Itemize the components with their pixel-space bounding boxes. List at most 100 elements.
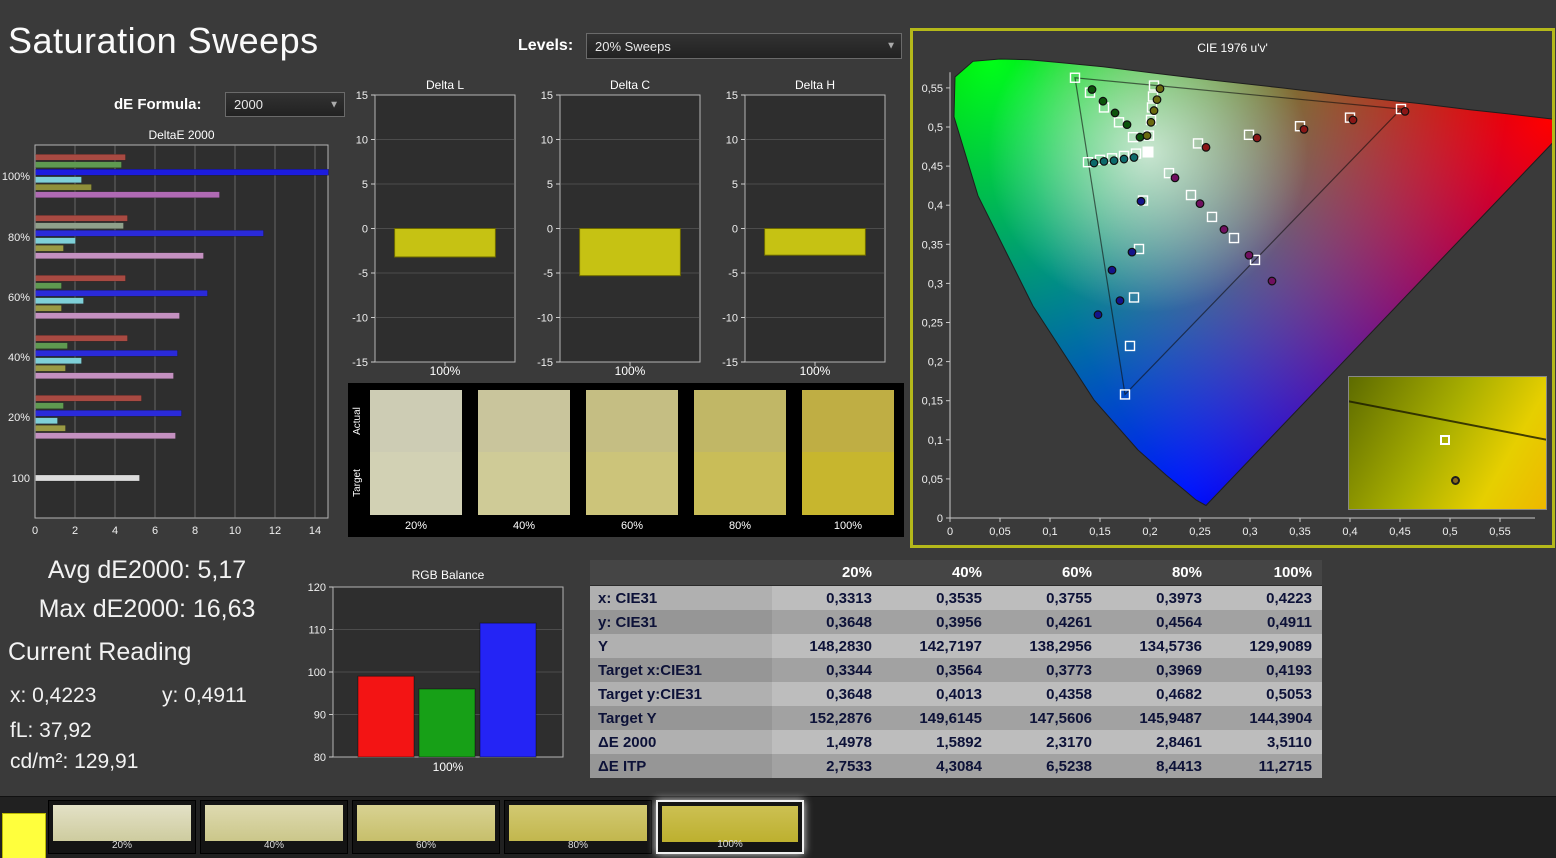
table-cell: 0,3755	[992, 585, 1102, 610]
delta-l-chart: 15 10 5 0 -5 -10 -15	[352, 90, 516, 369]
table-cell: 0,4911	[1212, 610, 1322, 634]
swatch-column: 80%	[694, 390, 786, 532]
chevron-down-icon: ▼	[886, 40, 896, 52]
table-row-label: ΔE ITP	[590, 754, 772, 778]
svg-text:0: 0	[32, 525, 38, 537]
cie-measured-point-cyan	[1129, 153, 1139, 162]
delta-h-chart: 15 10 5 0 -5 -10 -15	[722, 90, 886, 369]
table-cell: 2,7533	[772, 754, 882, 778]
table-column-header: 20%	[772, 560, 882, 586]
table-row-label: Target x:CIE31	[590, 658, 772, 682]
swatch-label: 60%	[620, 520, 644, 532]
table-cell: 0,3344	[772, 658, 882, 682]
svg-text:15: 15	[541, 90, 553, 102]
cie-selected-target	[1142, 146, 1154, 158]
delta-c-category-label: 100%	[614, 364, 646, 378]
deltae-bar	[35, 395, 142, 402]
svg-text:12: 12	[269, 525, 281, 537]
table-cell: 148,2830	[772, 634, 882, 658]
svg-text:80: 80	[314, 752, 326, 764]
patch-button-60%[interactable]: 60%	[352, 800, 500, 854]
deltae-bar	[35, 230, 264, 237]
svg-text:-10: -10	[352, 313, 368, 325]
cie-measured-point-blue	[1093, 310, 1103, 320]
deltae-bar	[35, 191, 220, 198]
deltae-bar	[35, 432, 176, 439]
svg-text:0,1: 0,1	[1042, 526, 1057, 538]
swatch-column: 20%	[370, 390, 462, 532]
table-row-label: Target Y	[590, 706, 772, 730]
cie-measured-point-yellow	[1155, 84, 1165, 94]
svg-text:0,3: 0,3	[1242, 526, 1257, 538]
swatch-label: 40%	[512, 520, 536, 532]
patch-button-20%[interactable]: 20%	[48, 800, 196, 854]
cie-measured-point-blue	[1127, 247, 1137, 257]
table-cell: 0,3956	[882, 610, 992, 634]
table-row-label: x: CIE31	[590, 585, 772, 610]
swatch-column: 40%	[478, 390, 570, 532]
swatch-columns: 20% 40% 60% 80% 100%	[370, 390, 894, 532]
measurement-table: 20% 40% 60% 80% 100% x: CIE31 0,3313 0,3535 0,37…	[590, 560, 1322, 778]
table-cell: 0,3564	[882, 658, 992, 682]
deltae-bar	[35, 297, 84, 304]
table-cell: 0,4682	[1102, 682, 1212, 706]
svg-text:2: 2	[72, 525, 78, 537]
current-fl-reading: fL: 37,92	[10, 719, 92, 742]
svg-text:0,45: 0,45	[1389, 526, 1410, 538]
table-row: ΔE 2000 1,4978 1,5892 2,3170 2,8461 3,5110	[590, 730, 1322, 754]
table-row-label: Target y:CIE31	[590, 682, 772, 706]
patch-buttons: 20% 40% 60% 80% 100%	[48, 800, 804, 854]
avg-de2000-reading: Avg dE2000: 5,17	[47, 556, 247, 584]
deltae-bar	[35, 169, 329, 176]
svg-text:8: 8	[192, 525, 198, 537]
svg-text:6: 6	[152, 525, 158, 537]
deltae-bar	[35, 252, 204, 259]
table-cell: 147,5606	[992, 706, 1102, 730]
delta-l-category-label: 100%	[429, 364, 461, 378]
svg-text:0: 0	[362, 224, 368, 236]
table-row-label: Y	[590, 634, 772, 658]
svg-text:0,45: 0,45	[922, 161, 943, 173]
target-swatch	[802, 452, 894, 515]
table-cell: 0,3973	[1102, 585, 1212, 610]
table-cell: 1,4978	[772, 730, 882, 754]
patch-button-100%[interactable]: 100%	[656, 800, 804, 854]
svg-text:120: 120	[308, 582, 326, 594]
svg-text:5: 5	[362, 179, 368, 191]
delta-c-chart: 15 10 5 0 -5 -10 -15	[537, 90, 701, 369]
svg-text:0,25: 0,25	[1189, 526, 1210, 538]
svg-text:0,35: 0,35	[1289, 526, 1310, 538]
table-cell: 0,3313	[772, 585, 882, 610]
cie-measured-point-red	[1400, 106, 1410, 116]
svg-text:-5: -5	[728, 268, 738, 280]
de-formula-dropdown[interactable]: 2000 ▼	[225, 92, 345, 117]
cie-measured-point-green	[1135, 132, 1145, 142]
rgb-bar-red	[357, 675, 415, 758]
cie-measured-point-red	[1299, 124, 1309, 134]
table-cell: 0,3648	[772, 610, 882, 634]
patch-button-80%[interactable]: 80%	[504, 800, 652, 854]
patch-swatch	[205, 805, 343, 841]
swatch-column: 60%	[586, 390, 678, 532]
de-formula-label: dE Formula:	[114, 96, 202, 113]
svg-text:5: 5	[547, 179, 553, 191]
table-cell: 134,5736	[1102, 634, 1212, 658]
cie-measured-point-blue	[1107, 265, 1117, 275]
cie-measured-point-red	[1348, 115, 1358, 125]
table-cell: 145,9487	[1102, 706, 1212, 730]
table-cell: 138,2956	[992, 634, 1102, 658]
patch-swatch	[357, 805, 495, 841]
table-row: ΔE ITP 2,7533 4,3084 6,5238 8,4413 11,2715	[590, 754, 1322, 778]
table-cell: 0,4564	[1102, 610, 1212, 634]
table-column-header: 60%	[992, 560, 1102, 586]
levels-dropdown[interactable]: 20% Sweeps ▼	[586, 33, 902, 59]
table-cell: 142,7197	[882, 634, 992, 658]
cie-measured-point-green	[1110, 108, 1120, 118]
svg-text:0,15: 0,15	[1089, 526, 1110, 538]
deltae-bar	[35, 222, 124, 229]
svg-text:-5: -5	[543, 268, 553, 280]
patch-button-40%[interactable]: 40%	[200, 800, 348, 854]
deltae-bar	[35, 410, 182, 417]
svg-text:0,55: 0,55	[1489, 526, 1510, 538]
actual-swatch	[478, 390, 570, 452]
